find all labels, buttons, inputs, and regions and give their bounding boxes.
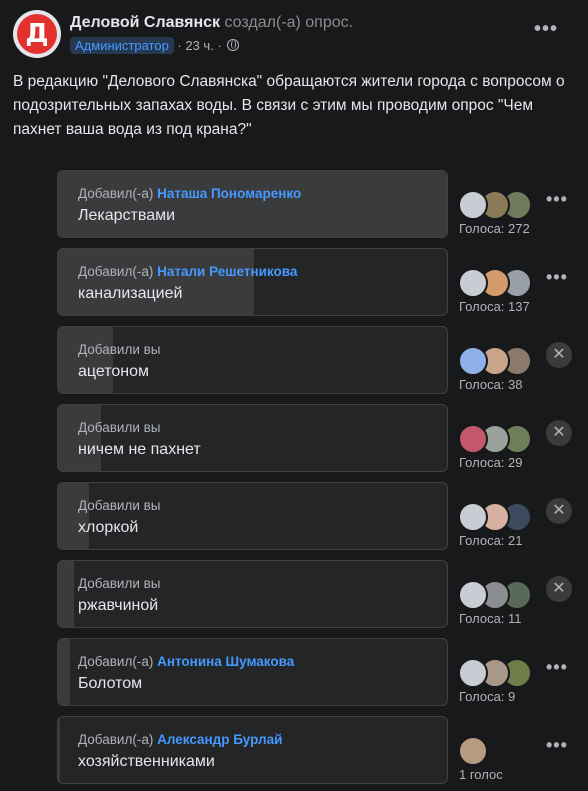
post-more-icon[interactable]: ••• bbox=[534, 18, 558, 41]
voter-avatar bbox=[458, 658, 488, 688]
added-by-prefix: Добавил(-а) bbox=[78, 732, 154, 747]
post-title-line: Деловой Славянск создал(-а) опрос. bbox=[70, 14, 353, 32]
poll-option[interactable]: Добавил(-а) Александр Бурлай хозяйственни… bbox=[57, 716, 448, 784]
post-meta: Администратор · 23 ч. · bbox=[70, 37, 240, 54]
vote-count[interactable]: Голоса: 272 bbox=[459, 221, 530, 236]
voter-avatars[interactable] bbox=[458, 580, 538, 610]
voter-avatar bbox=[458, 580, 488, 610]
poll-option-result-bar bbox=[58, 249, 254, 315]
poll-option[interactable]: Добавили вы ничем не пахнет bbox=[57, 404, 448, 472]
poll-option[interactable]: Добавил(-а) Антонина Шумакова Болотом bbox=[57, 638, 448, 706]
vote-count[interactable]: Голоса: 38 bbox=[459, 377, 523, 392]
more-horizontal-icon[interactable]: ••• bbox=[546, 735, 568, 756]
poll-option-answer: хозяйственниками bbox=[78, 753, 215, 770]
voter-avatars[interactable] bbox=[458, 346, 538, 376]
post-action-text: создал(-а) опрос. bbox=[224, 14, 354, 31]
poll-option-result-bar bbox=[58, 561, 74, 627]
voter-avatars[interactable] bbox=[458, 502, 538, 532]
poll-option-added-by: Добавили вы bbox=[78, 576, 161, 591]
poll-option-answer: ацетоном bbox=[78, 363, 150, 380]
poll-option-added-by: Добавил(-а) Антонина Шумакова bbox=[78, 654, 294, 669]
added-by-prefix: Добавили вы bbox=[78, 342, 161, 357]
post-timestamp[interactable]: 23 ч. bbox=[185, 38, 213, 53]
poll-option[interactable]: Добавили вы ацетоном bbox=[57, 326, 448, 394]
added-by-prefix: Добавил(-а) bbox=[78, 186, 154, 201]
close-icon[interactable]: ✕ bbox=[546, 576, 572, 602]
role-badge: Администратор bbox=[70, 37, 174, 54]
added-by-prefix: Добавил(-а) bbox=[78, 654, 154, 669]
poll-option[interactable]: Добавил(-а) Наташа Пономаренко Лекарствам… bbox=[57, 170, 448, 238]
poll-option-result-bar bbox=[58, 717, 60, 783]
post-header: Д Деловой Славянск создал(-а) опрос. Адм… bbox=[13, 10, 575, 60]
poll-option-added-by: Добавили вы bbox=[78, 342, 161, 357]
page-name-link[interactable]: Деловой Славянск bbox=[70, 14, 220, 31]
added-by-user-link[interactable]: Наташа Пономаренко bbox=[157, 186, 301, 201]
page-logo: Д bbox=[17, 14, 57, 54]
voter-avatars[interactable] bbox=[458, 424, 538, 454]
voter-avatar bbox=[458, 268, 488, 298]
close-icon[interactable]: ✕ bbox=[546, 498, 572, 524]
added-by-user-link[interactable]: Натали Решетникова bbox=[157, 264, 297, 279]
voter-avatars[interactable] bbox=[458, 736, 538, 766]
poll-option-result-bar bbox=[58, 405, 101, 471]
poll-option-added-by: Добавил(-а) Наташа Пономаренко bbox=[78, 186, 301, 201]
voter-avatar bbox=[458, 736, 488, 766]
poll-option-result-bar bbox=[58, 483, 89, 549]
added-by-prefix: Добавили вы bbox=[78, 576, 161, 591]
voter-avatar bbox=[458, 502, 488, 532]
poll-option-answer: Болотом bbox=[78, 675, 143, 692]
added-by-prefix: Добавили вы bbox=[78, 498, 161, 513]
more-horizontal-icon[interactable]: ••• bbox=[546, 657, 568, 678]
poll-option[interactable]: Добавили вы хлоркой bbox=[57, 482, 448, 550]
vote-count[interactable]: Голоса: 9 bbox=[459, 689, 515, 704]
voter-avatar bbox=[458, 346, 488, 376]
poll-option-added-by: Добавили вы bbox=[78, 420, 161, 435]
added-by-user-link[interactable]: Александр Бурлай bbox=[157, 732, 282, 747]
poll-option-result-bar bbox=[58, 327, 113, 393]
more-horizontal-icon[interactable]: ••• bbox=[546, 267, 568, 288]
vote-count[interactable]: 1 голос bbox=[459, 767, 503, 782]
poll-option-added-by: Добавил(-а) Натали Решетникова bbox=[78, 264, 297, 279]
poll-option-answer: ничем не пахнет bbox=[78, 441, 201, 458]
poll-option-added-by: Добавил(-а) Александр Бурлай bbox=[78, 732, 282, 747]
added-by-user-link[interactable]: Антонина Шумакова bbox=[157, 654, 294, 669]
page-avatar[interactable]: Д bbox=[13, 10, 61, 58]
voter-avatar bbox=[458, 424, 488, 454]
poll-option[interactable]: Добавили вы ржавчиной bbox=[57, 560, 448, 628]
post-text: В редакцию "Делового Славянска" обращают… bbox=[13, 73, 565, 138]
close-icon[interactable]: ✕ bbox=[546, 420, 572, 446]
vote-count[interactable]: Голоса: 21 bbox=[459, 533, 523, 548]
voter-avatar bbox=[458, 190, 488, 220]
poll-option-answer: ржавчиной bbox=[78, 597, 159, 614]
added-by-prefix: Добавил(-а) bbox=[78, 264, 154, 279]
voter-avatars[interactable] bbox=[458, 658, 538, 688]
vote-count[interactable]: Голоса: 29 bbox=[459, 455, 523, 470]
vote-count[interactable]: Голоса: 137 bbox=[459, 299, 530, 314]
poll-option-added-by: Добавили вы bbox=[78, 498, 161, 513]
vote-count[interactable]: Голоса: 11 bbox=[459, 611, 522, 626]
poll-option-result-bar bbox=[58, 639, 70, 705]
close-icon[interactable]: ✕ bbox=[546, 342, 572, 368]
voter-avatars[interactable] bbox=[458, 268, 538, 298]
poll-option-result-bar bbox=[58, 171, 447, 237]
poll-option[interactable]: Добавил(-а) Натали Решетникова канализаци… bbox=[57, 248, 448, 316]
poll-option-answer: Лекарствами bbox=[78, 207, 176, 224]
poll-option-answer: хлоркой bbox=[78, 519, 139, 536]
poll-option-answer: канализацией bbox=[78, 285, 183, 302]
more-horizontal-icon[interactable]: ••• bbox=[546, 189, 568, 210]
globe-icon bbox=[227, 39, 240, 51]
added-by-prefix: Добавили вы bbox=[78, 420, 161, 435]
voter-avatars[interactable] bbox=[458, 190, 538, 220]
